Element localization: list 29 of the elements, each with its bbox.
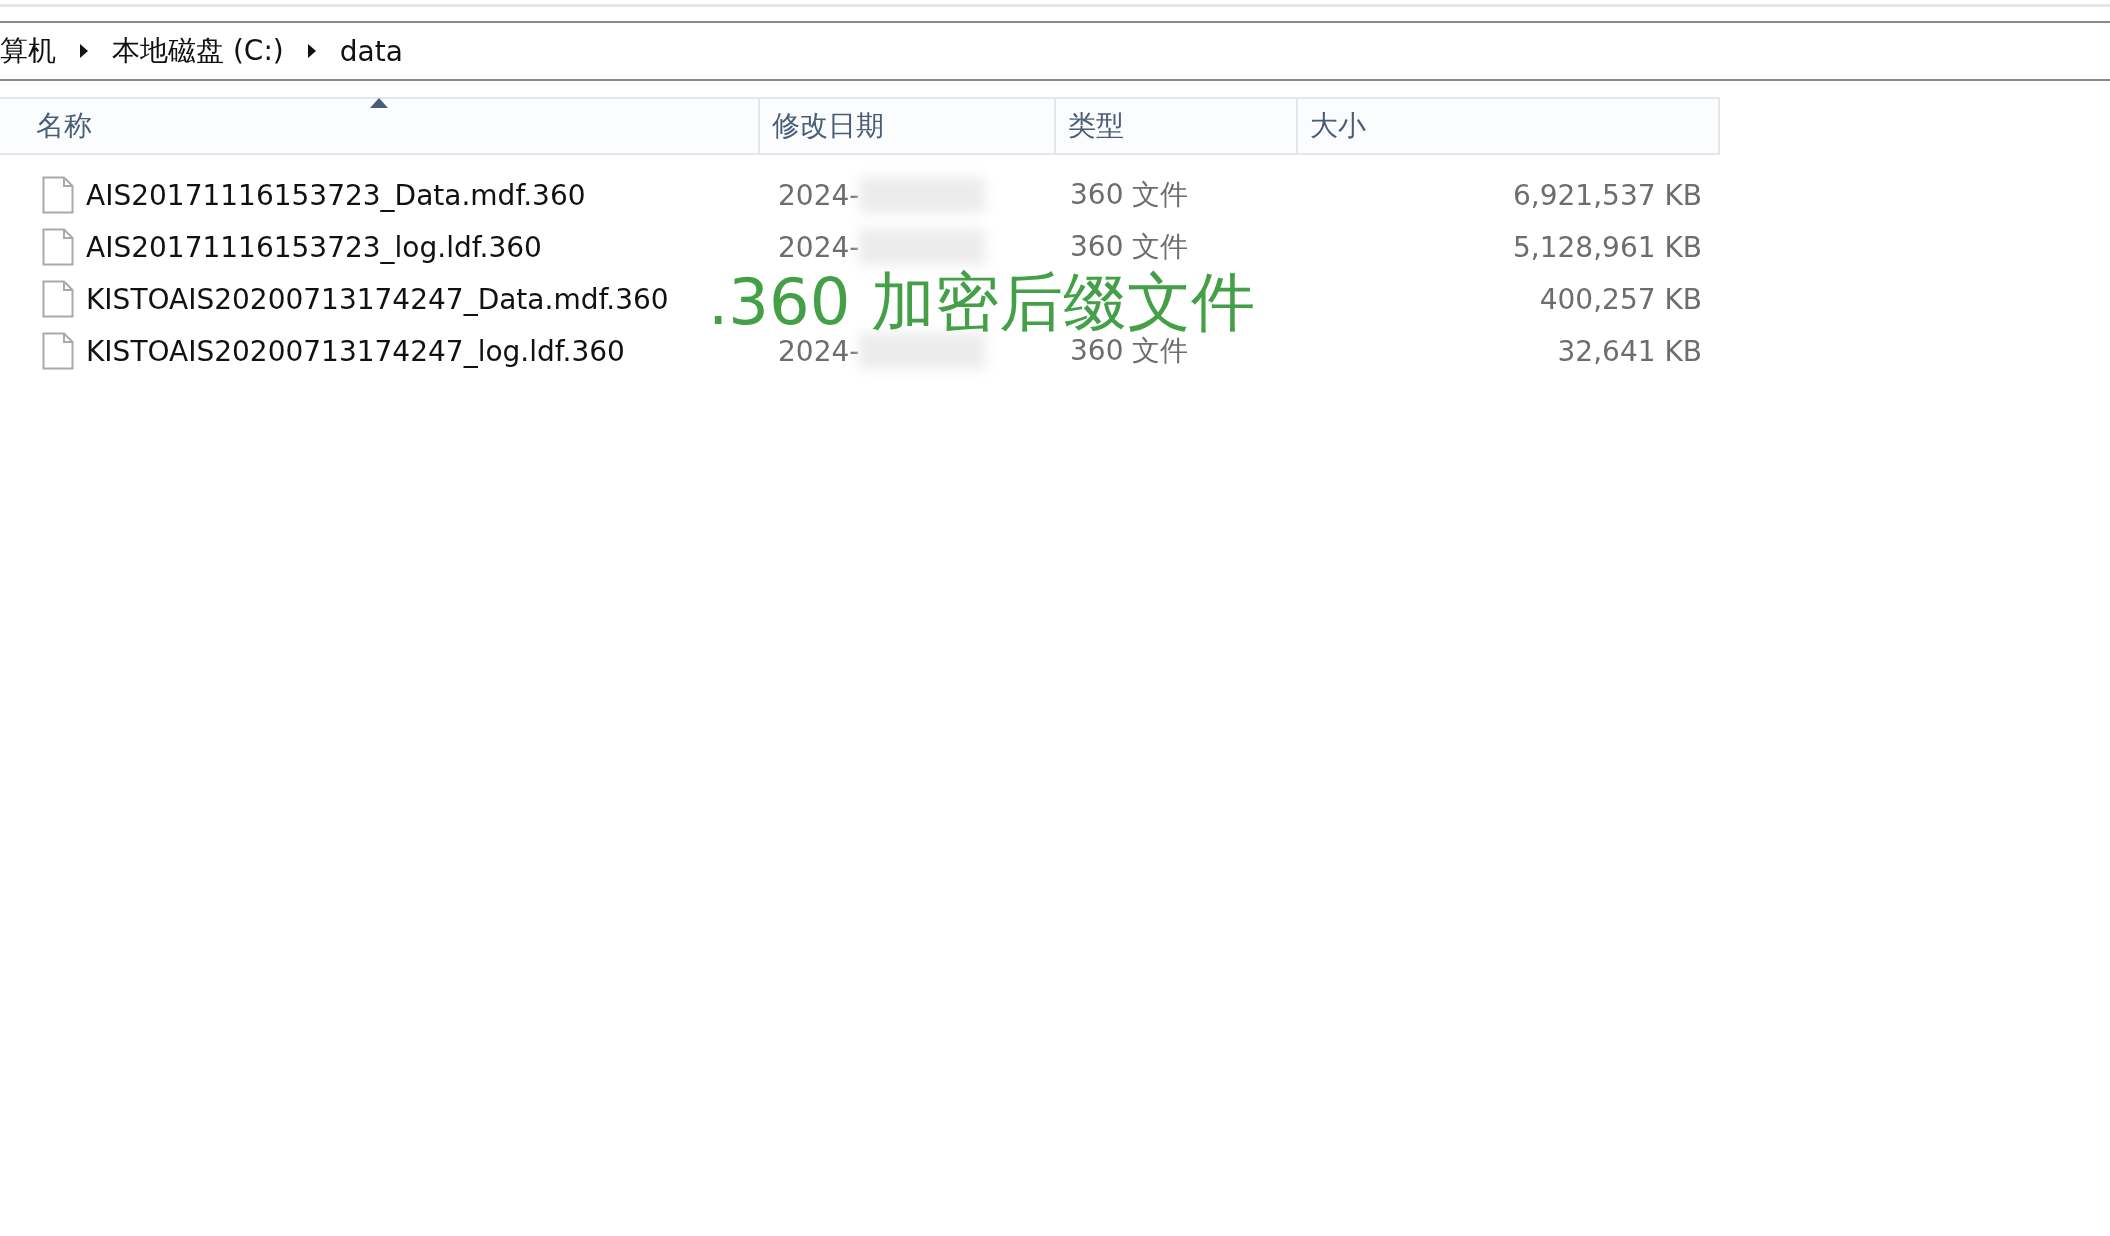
breadcrumb-item[interactable]: 算机	[0, 32, 56, 70]
file-name[interactable]: KISTOAIS20200713174247_log.ldf.360	[86, 334, 625, 368]
sort-ascending-icon	[369, 97, 389, 109]
file-icon	[42, 176, 74, 214]
date-cell: 2024-	[778, 178, 860, 212]
file-name[interactable]: AIS20171116153723_Data.mdf.360	[86, 178, 586, 212]
annotation-label: .360 加密后缀文件	[708, 270, 1255, 334]
breadcrumb-item[interactable]: 本地磁盘 (C:)	[112, 32, 284, 70]
chevron-icon[interactable]	[78, 42, 90, 60]
size-cell: 5,128,961 KB	[1513, 230, 1702, 264]
type-cell: 360 文件	[1070, 334, 1189, 367]
file-icon	[42, 332, 74, 370]
size-cell: 400,257 KB	[1539, 282, 1702, 316]
file-name[interactable]: AIS20171116153723_log.ldf.360	[86, 230, 542, 264]
column-header[interactable]: 大小	[1298, 97, 1720, 155]
size-cell: 6,921,537 KB	[1513, 178, 1702, 212]
breadcrumb-item[interactable]: data	[339, 34, 403, 68]
file-icon	[42, 280, 74, 318]
chevron-icon[interactable]	[305, 42, 318, 60]
type-cell: 360 文件	[1070, 230, 1189, 263]
column-header[interactable]: 名称	[0, 97, 760, 155]
size-cell: 32,641 KB	[1557, 334, 1702, 368]
date-cell: 2024-	[778, 230, 860, 264]
file-icon	[42, 228, 74, 266]
file-name[interactable]: KISTOAIS20200713174247_Data.mdf.360	[86, 282, 669, 316]
date-cell: 2024-	[778, 334, 860, 368]
column-header[interactable]: 类型	[1056, 97, 1298, 155]
column-header[interactable]: 修改日期	[760, 97, 1056, 155]
type-cell: 360 文件	[1070, 178, 1189, 211]
